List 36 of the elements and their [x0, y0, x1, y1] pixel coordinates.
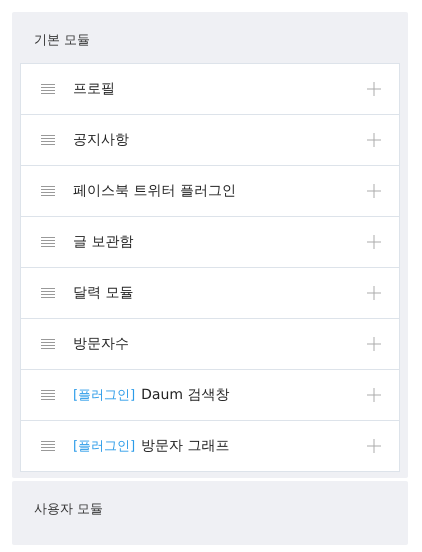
drag-handle-icon[interactable] [41, 237, 55, 247]
plugin-tag: [플러그인] [73, 386, 136, 404]
add-button[interactable] [367, 337, 381, 351]
plus-icon [367, 286, 381, 300]
plus-icon [367, 337, 381, 351]
add-button[interactable] [367, 82, 381, 96]
drag-handle-icon[interactable] [41, 84, 55, 94]
module-name: Daum 검색창 [141, 386, 230, 404]
plugin-tag: [플러그인] [73, 437, 136, 455]
add-button[interactable] [367, 235, 381, 249]
module-name: 공지사항 [73, 131, 129, 149]
drag-handle-icon[interactable] [41, 339, 55, 349]
add-button[interactable] [367, 286, 381, 300]
add-button[interactable] [367, 388, 381, 402]
drag-handle-icon[interactable] [41, 186, 55, 196]
add-button[interactable] [367, 184, 381, 198]
plus-icon [367, 82, 381, 96]
drag-handle-icon[interactable] [41, 288, 55, 298]
section-title: 사용자 모듈 [33, 501, 104, 519]
add-button[interactable] [367, 439, 381, 453]
plus-icon [367, 133, 381, 147]
module-name: 글 보관함 [73, 233, 134, 251]
drag-handle-icon[interactable] [41, 135, 55, 145]
module-name: 방문자 그래프 [141, 437, 230, 455]
module-name: 달력 모듈 [73, 284, 134, 302]
drag-handle-icon[interactable] [41, 441, 55, 451]
module-name: 프로필 [73, 80, 115, 98]
section-title: 기본 모듈 [33, 32, 92, 50]
plus-icon [367, 235, 381, 249]
add-button[interactable] [367, 133, 381, 147]
plus-icon [367, 388, 381, 402]
module-name: 방문자수 [73, 335, 129, 353]
module-name: 페이스북 트위터 플러그인 [73, 182, 236, 200]
plus-icon [367, 184, 381, 198]
plus-icon [367, 439, 381, 453]
drag-handle-icon[interactable] [41, 390, 55, 400]
